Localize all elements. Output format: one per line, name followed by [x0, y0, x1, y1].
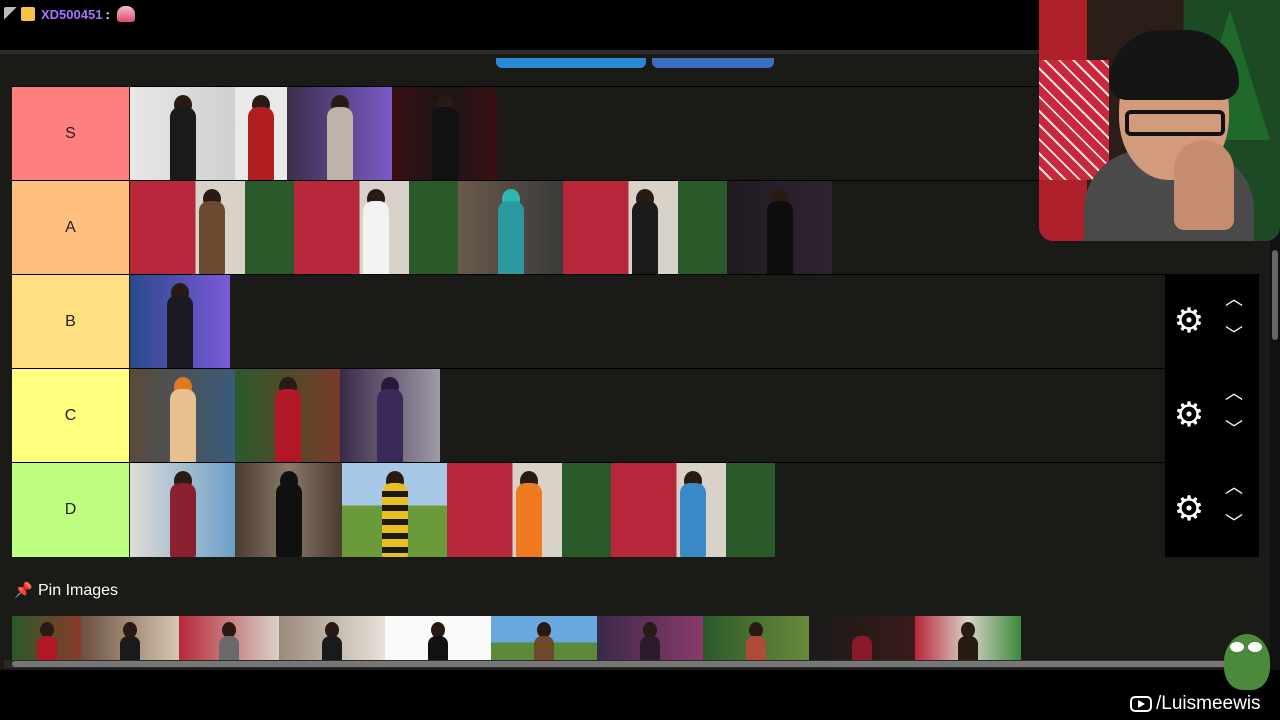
tier-controls: ⚙ ︿ ﹀	[1165, 369, 1259, 463]
tier-items	[130, 87, 497, 181]
pin-image[interactable]	[12, 616, 81, 660]
tier-controls: ⚙ ︿ ﹀	[1165, 463, 1259, 557]
chevron-down-icon[interactable]: ﹀	[1223, 420, 1245, 438]
tier-image[interactable]	[130, 275, 230, 369]
tier-image[interactable]	[563, 181, 727, 275]
tier-image[interactable]	[130, 463, 235, 557]
top-action-button-primary[interactable]	[496, 58, 646, 68]
pin-image[interactable]	[915, 616, 1021, 660]
vertical-scrollbar-thumb[interactable]	[1272, 250, 1278, 340]
tier-image[interactable]	[447, 463, 611, 557]
pushpin-icon: 📌	[14, 582, 33, 599]
tier-image[interactable]	[130, 181, 294, 275]
tier-image[interactable]	[294, 181, 458, 275]
frog-emote-icon	[1224, 634, 1270, 690]
cake-emote-icon	[116, 6, 135, 22]
chat-separator: :	[105, 6, 110, 22]
tier-items	[130, 463, 775, 557]
gear-icon[interactable]: ⚙	[1173, 398, 1205, 432]
chevron-up-icon[interactable]: ︿	[1223, 478, 1245, 496]
gear-icon[interactable]: ⚙	[1173, 304, 1205, 338]
tier-image[interactable]	[130, 369, 235, 463]
pin-image[interactable]	[703, 616, 809, 660]
horizontal-scrollbar[interactable]	[4, 660, 1270, 668]
crown-badge-icon	[21, 7, 35, 21]
tier-label[interactable]: A	[12, 181, 129, 275]
chevron-up-icon[interactable]: ︿	[1223, 290, 1245, 308]
tier-row-d: D ⚙ ︿ ﹀	[12, 462, 1259, 557]
webcam-overlay	[1039, 0, 1280, 241]
tier-row-b: B ⚙ ︿ ﹀	[12, 274, 1259, 369]
tier-items	[130, 181, 832, 275]
tier-image[interactable]	[235, 87, 287, 181]
tier-label[interactable]: D	[12, 463, 129, 557]
tier-row-c: C ⚙ ︿ ﹀	[12, 368, 1259, 463]
tier-label[interactable]: C	[12, 369, 129, 463]
pin-image[interactable]	[491, 616, 597, 660]
tier-image[interactable]	[340, 369, 440, 463]
tier-image[interactable]	[392, 87, 497, 181]
chat-username[interactable]: XD500451	[41, 7, 102, 22]
tier-image[interactable]	[235, 463, 342, 557]
pin-images-heading: 📌 Pin Images	[14, 580, 118, 602]
chevron-down-icon[interactable]: ﹀	[1223, 514, 1245, 532]
pin-image[interactable]	[279, 616, 385, 660]
youtube-icon	[1130, 696, 1152, 712]
chat-message: XD500451 :	[4, 4, 135, 24]
tier-items	[130, 369, 440, 463]
pin-images-strip	[12, 616, 1021, 660]
stream-screen: XD500451 : S A B ⚙ ︿ ﹀ C ⚙ ︿ ﹀ D ⚙ ︿ ﹀ 📌…	[0, 0, 1280, 720]
tier-image[interactable]	[458, 181, 563, 275]
tier-items	[130, 275, 230, 369]
horizontal-scrollbar-thumb[interactable]	[12, 661, 1262, 667]
pin-images-label: Pin Images	[38, 582, 119, 599]
tier-image[interactable]	[727, 181, 832, 275]
pin-image[interactable]	[81, 616, 179, 660]
channel-name: /Luismeewis	[1156, 693, 1261, 714]
channel-watermark: /Luismeewis	[1130, 692, 1261, 716]
gear-icon[interactable]: ⚙	[1173, 492, 1205, 526]
tier-image[interactable]	[235, 369, 340, 463]
chevron-down-icon[interactable]: ﹀	[1223, 326, 1245, 344]
tier-image[interactable]	[130, 87, 235, 181]
pin-image[interactable]	[179, 616, 279, 660]
chevron-up-icon[interactable]: ︿	[1223, 384, 1245, 402]
tier-image[interactable]	[342, 463, 447, 557]
tier-label[interactable]: S	[12, 87, 129, 181]
tier-image[interactable]	[611, 463, 775, 557]
top-action-button-secondary[interactable]	[652, 58, 774, 68]
pin-image[interactable]	[809, 616, 915, 660]
tier-controls: ⚙ ︿ ﹀	[1165, 275, 1259, 369]
sword-badge-icon	[4, 7, 18, 21]
pin-image[interactable]	[385, 616, 491, 660]
pin-image[interactable]	[597, 616, 703, 660]
tier-image[interactable]	[287, 87, 392, 181]
tier-label[interactable]: B	[12, 275, 129, 369]
